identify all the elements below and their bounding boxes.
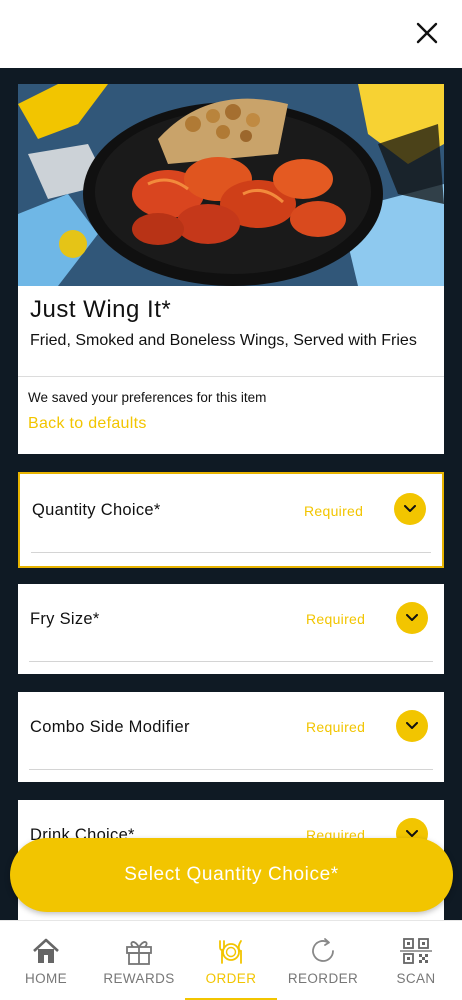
option-quantity-choice[interactable]: Quantity Choice* Required xyxy=(18,472,444,568)
chevron-down-icon xyxy=(404,505,416,512)
item-image xyxy=(18,84,444,286)
option-underline xyxy=(29,661,433,662)
expand-button[interactable] xyxy=(394,493,426,525)
nav-item-reorder[interactable]: REORDER xyxy=(282,921,364,1000)
option-fry-size[interactable]: Fry Size* Required xyxy=(18,584,444,674)
chevron-down-icon xyxy=(406,722,418,729)
option-label: Fry Size* xyxy=(30,610,100,628)
item-info-card: Just Wing It* Fried, Smoked and Boneless… xyxy=(18,286,444,454)
nav-label: ORDER xyxy=(205,971,257,986)
bottom-navigation: HOME REWARDS ORDER REORDER SCAN xyxy=(0,920,462,1000)
expand-button[interactable] xyxy=(396,602,428,634)
nav-label: REORDER xyxy=(287,971,359,986)
required-badge: Required xyxy=(306,719,366,735)
chevron-down-icon xyxy=(406,614,418,621)
required-badge: Required xyxy=(304,503,364,519)
required-badge: Required xyxy=(306,611,366,627)
nav-label: SCAN xyxy=(396,971,436,986)
item-detail-content[interactable]: Just Wing It* Fried, Smoked and Boneless… xyxy=(0,68,462,920)
nav-item-order[interactable]: ORDER xyxy=(196,921,266,1000)
option-underline xyxy=(29,769,433,770)
nav-item-scan[interactable]: SCAN xyxy=(386,921,446,1000)
gift-icon xyxy=(126,941,152,965)
option-label: Combo Side Modifier xyxy=(30,718,190,736)
item-title: Just Wing It* xyxy=(30,296,172,323)
nav-label: HOME xyxy=(24,971,68,986)
option-label: Quantity Choice* xyxy=(32,501,161,519)
nav-item-rewards[interactable]: REWARDS xyxy=(94,921,184,1000)
utensils-icon xyxy=(219,940,242,964)
nav-label: REWARDS xyxy=(103,971,175,986)
divider xyxy=(18,376,444,377)
reorder-icon xyxy=(312,938,334,962)
qr-code-icon xyxy=(400,938,432,964)
select-quantity-choice-button[interactable]: Select Quantity Choice* xyxy=(10,838,453,912)
item-description: Fried, Smoked and Boneless Wings, Served… xyxy=(30,332,417,349)
expand-button[interactable] xyxy=(396,710,428,742)
option-combo-side-modifier[interactable]: Combo Side Modifier Required xyxy=(18,692,444,782)
home-icon xyxy=(33,938,59,963)
chevron-down-icon xyxy=(406,830,418,837)
close-button[interactable] xyxy=(414,20,440,46)
nav-item-home[interactable]: HOME xyxy=(12,921,80,1000)
back-to-defaults-link[interactable]: Back to defaults xyxy=(28,415,147,433)
close-icon xyxy=(416,22,438,44)
preferences-note: We saved your preferences for this item xyxy=(28,390,267,405)
top-bar xyxy=(0,0,462,68)
option-underline xyxy=(31,552,431,553)
